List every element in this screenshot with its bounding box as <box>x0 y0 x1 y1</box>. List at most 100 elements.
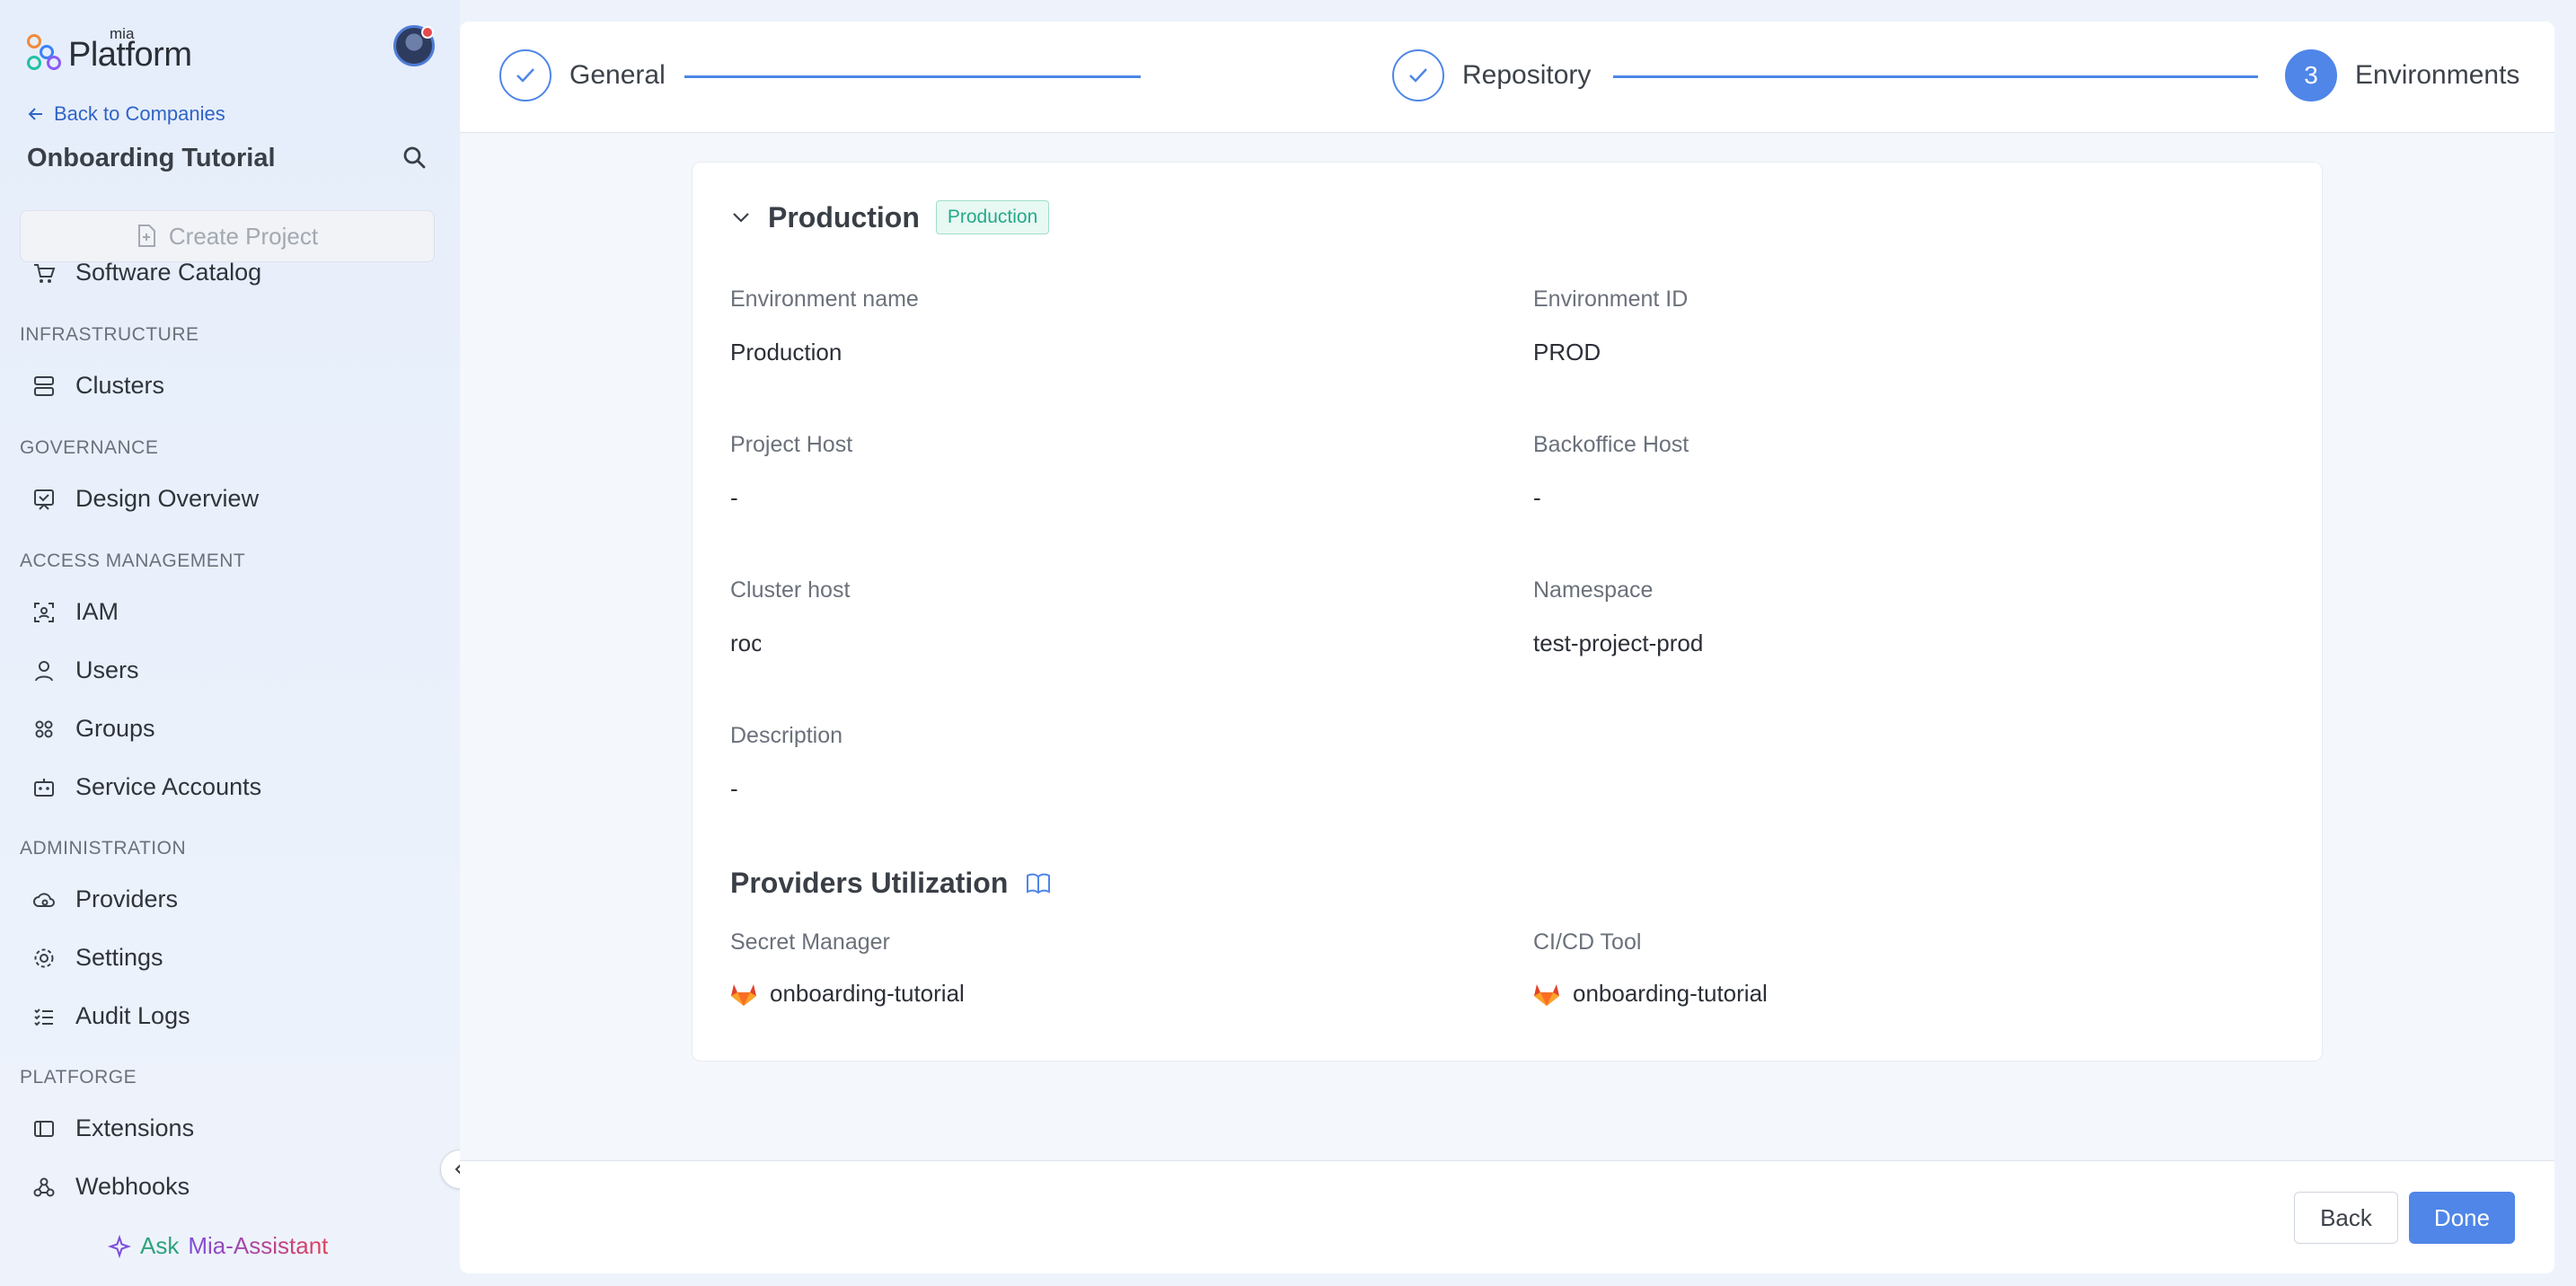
sidebar-item-audit-logs[interactable]: Audit Logs <box>32 1002 190 1030</box>
backoffice-host-label: Backoffice Host <box>1533 432 1689 457</box>
providers-utilization-label: Providers Utilization <box>730 867 1009 899</box>
robot-icon <box>34 778 54 797</box>
gitlab-icon <box>1534 983 1559 1006</box>
namespace-value: test-project-prod <box>1533 630 1704 656</box>
scan-user-icon <box>34 602 54 622</box>
step-connector <box>1613 75 2258 78</box>
design-board-icon <box>34 489 54 510</box>
arrow-left-icon <box>28 108 42 120</box>
gitlab-icon <box>731 983 756 1006</box>
back-to-companies-label: Back to Companies <box>54 102 225 125</box>
section-governance: GOVERNANCE <box>20 437 159 458</box>
ask-mia-assistant-button[interactable]: Ask Mia-Assistant <box>108 1232 328 1260</box>
project-host-label: Project Host <box>730 432 853 457</box>
stepper: General Repository 3 Environments <box>460 22 2554 133</box>
done-button[interactable]: Done <box>2409 1192 2515 1244</box>
check-icon <box>499 49 551 101</box>
logo-big-text: Platform <box>68 36 192 74</box>
namespace-label: Namespace <box>1533 577 1654 603</box>
sidebar-item-label: Software Catalog <box>75 259 262 286</box>
cluster-host-label: Cluster host <box>730 577 851 603</box>
wizard-footer: Back Done <box>460 1160 2554 1273</box>
env-name-value: Production <box>730 339 842 366</box>
environment-tag: Production <box>935 200 1050 234</box>
create-project-button[interactable]: Create Project <box>20 210 435 262</box>
cluster-host-value: roc <box>730 630 761 656</box>
step-label: Repository <box>1462 60 1592 90</box>
sidebar-item-design-overview[interactable]: Design Overview <box>32 485 259 513</box>
layout-panel-icon <box>34 1120 54 1137</box>
chevron-down-icon[interactable] <box>730 207 752 228</box>
file-add-icon <box>137 225 155 247</box>
sidebar-item-label: Audit Logs <box>75 1002 190 1029</box>
environment-card-header[interactable]: Production Production <box>730 200 1050 234</box>
step-repository[interactable]: Repository <box>1392 49 1591 101</box>
sidebar-item-label: Users <box>75 656 139 683</box>
sidebar-item-label: IAM <box>75 598 119 625</box>
backoffice-host-value: - <box>1533 484 1541 511</box>
sidebar-item-providers[interactable]: Providers <box>32 885 178 913</box>
logo-mark-icon <box>25 32 65 72</box>
search-icon[interactable] <box>401 144 429 172</box>
secret-manager-label: Secret Manager <box>730 929 890 955</box>
step-number: 3 <box>2285 49 2337 101</box>
step-label: General <box>569 60 666 90</box>
notification-dot <box>421 26 434 39</box>
environment-card: Production Production Environment name P… <box>692 162 2323 1061</box>
sidebar-item-label: Clusters <box>75 372 165 399</box>
sidebar-item-label: Webhooks <box>75 1173 190 1200</box>
env-id-value: PROD <box>1533 339 1601 366</box>
sidebar-item-extensions[interactable]: Extensions <box>32 1114 194 1142</box>
sidebar: mia Platform Back to Companies Onboardin… <box>0 0 460 1286</box>
sidebar-item-groups[interactable]: Groups <box>32 715 155 743</box>
step-environments[interactable]: 3 Environments <box>2285 49 2519 101</box>
description-value: - <box>730 775 738 802</box>
section-infrastructure: INFRASTRUCTURE <box>20 324 199 345</box>
sidebar-item-label: Settings <box>75 944 163 971</box>
section-administration: ADMINISTRATION <box>20 838 187 859</box>
sidebar-item-label: Extensions <box>75 1114 195 1141</box>
user-icon <box>35 660 53 681</box>
check-icon <box>1392 49 1444 101</box>
group-icon <box>35 720 53 737</box>
company-title: Onboarding Tutorial <box>27 144 276 172</box>
cicd-tool-provider: onboarding-tutorial <box>1533 980 1768 1008</box>
section-platforge: PLATFORGE <box>20 1067 137 1088</box>
project-host-value: - <box>730 484 738 511</box>
cart-icon <box>34 263 56 283</box>
secret-manager-provider: onboarding-tutorial <box>730 980 965 1008</box>
webhook-icon <box>33 1177 55 1196</box>
server-icon <box>34 375 54 396</box>
sidebar-item-software-catalog[interactable]: Software Catalog <box>32 259 261 286</box>
step-general[interactable]: General <box>499 49 666 101</box>
step-label: Environments <box>2355 60 2520 90</box>
cicd-tool-label: CI/CD Tool <box>1533 929 1642 955</box>
sidebar-item-label: Service Accounts <box>75 773 262 800</box>
assistant-ask-label: Ask <box>140 1232 180 1259</box>
back-to-companies-link[interactable]: Back to Companies <box>27 102 225 126</box>
create-project-label: Create Project <box>168 222 319 250</box>
sidebar-item-iam[interactable]: IAM <box>32 598 119 626</box>
avatar[interactable] <box>393 25 435 66</box>
assistant-name-label: Mia-Assistant <box>188 1232 329 1259</box>
env-name-label: Environment name <box>730 286 919 312</box>
sidebar-item-webhooks[interactable]: Webhooks <box>32 1173 190 1201</box>
sidebar-item-users[interactable]: Users <box>32 656 139 684</box>
sidebar-item-service-accounts[interactable]: Service Accounts <box>32 773 261 801</box>
mia-platform-logo[interactable]: mia Platform <box>25 25 192 74</box>
gear-icon <box>34 948 54 967</box>
cicd-tool-value: onboarding-tutorial <box>1573 980 1768 1007</box>
sidebar-item-label: Providers <box>75 885 179 912</box>
back-button[interactable]: Back <box>2294 1192 2398 1244</box>
secret-manager-value: onboarding-tutorial <box>770 980 965 1007</box>
main-panel: General Repository 3 Environments Produc… <box>460 22 2554 1273</box>
providers-utilization-title: Providers Utilization <box>730 867 1051 900</box>
description-label: Description <box>730 723 843 748</box>
checklist-icon <box>34 1008 53 1026</box>
section-access-management: ACCESS MANAGEMENT <box>20 551 246 571</box>
book-icon[interactable] <box>1026 872 1051 895</box>
sidebar-item-label: Groups <box>75 715 155 742</box>
step-connector <box>684 75 1141 78</box>
sidebar-item-settings[interactable]: Settings <box>32 944 163 972</box>
sidebar-item-clusters[interactable]: Clusters <box>32 372 164 400</box>
